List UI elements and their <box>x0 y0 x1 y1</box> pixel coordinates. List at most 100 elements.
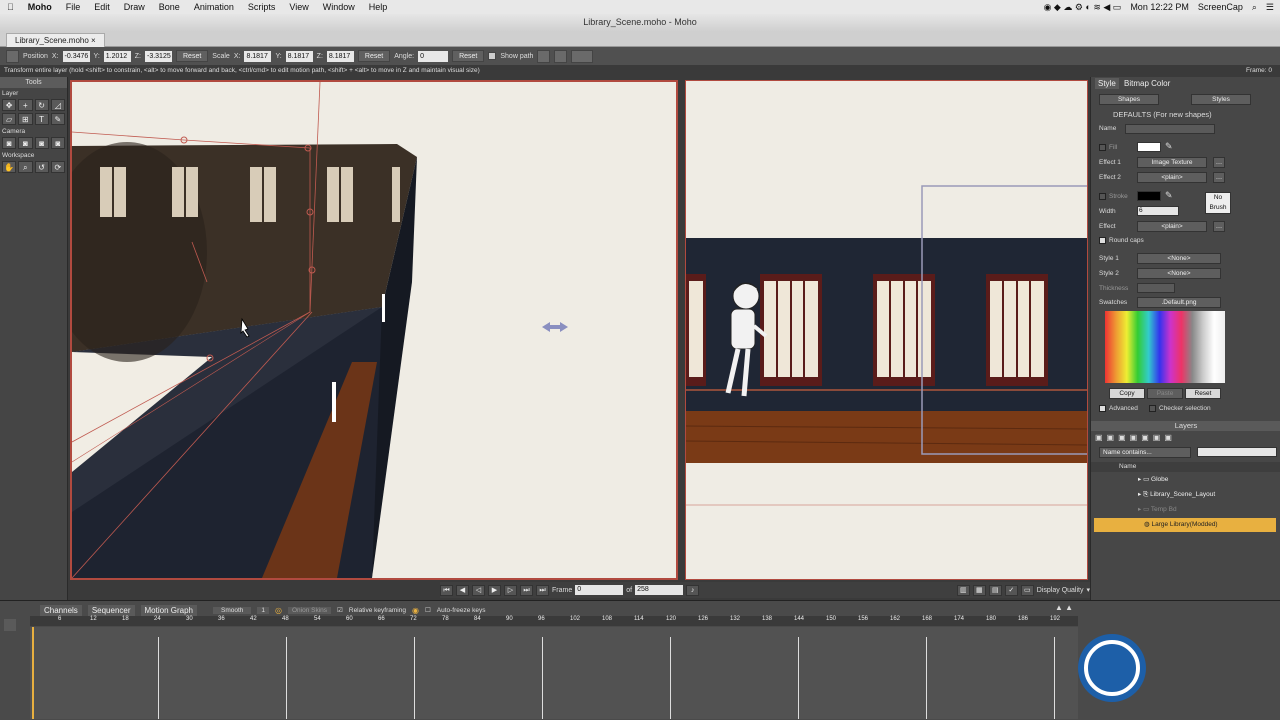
lock-icon[interactable]: ◉ <box>412 606 419 615</box>
keyframe-cycle-dropdown[interactable]: 1 <box>257 606 270 614</box>
timeline-link-icon[interactable] <box>4 619 16 631</box>
rotate-workspace-icon[interactable]: ↺ <box>34 161 49 173</box>
styles-dropdown[interactable]: Styles <box>1191 94 1251 105</box>
audio-icon[interactable]: ♪ <box>686 584 700 596</box>
frame-icon[interactable]: ▭ <box>1020 584 1034 596</box>
onion-skins-dropdown[interactable]: Onion Skins <box>288 606 332 614</box>
menu-draw[interactable]: Draw <box>117 2 152 12</box>
layer-filter-dropdown[interactable]: Name contains... <box>1099 447 1191 458</box>
effect-dropdown[interactable]: <plain> <box>1137 221 1207 232</box>
rewind-icon[interactable]: ⏮ <box>440 584 453 596</box>
copy-icon[interactable] <box>554 49 568 63</box>
zoom-camera-icon[interactable]: ◙ <box>18 137 33 149</box>
search-icon[interactable]: ⌕ <box>1252 2 1257 13</box>
menu-app[interactable]: Moho <box>21 2 59 12</box>
transform-layer-icon[interactable] <box>6 49 19 63</box>
no-brush-button[interactable]: No Brush <box>1205 192 1231 214</box>
fill-checkbox[interactable] <box>1099 144 1106 151</box>
roll-camera-icon[interactable]: ◙ <box>34 137 49 149</box>
show-path-checkbox[interactable] <box>488 52 497 60</box>
stroke-color-swatch[interactable] <box>1137 191 1161 201</box>
reset-scale-button[interactable]: Reset <box>357 50 391 62</box>
view-grid-icon[interactable]: ▤ <box>988 584 1002 596</box>
shear-tool-icon[interactable]: ◿ <box>50 99 65 111</box>
tab-style[interactable]: Style <box>1095 78 1119 89</box>
style2-dropdown[interactable]: <None> <box>1137 268 1221 279</box>
advanced-checkbox[interactable] <box>1099 405 1106 412</box>
position-x-field[interactable]: -0.3476 <box>62 50 90 62</box>
align-icon[interactable] <box>571 49 594 63</box>
view-split-icon[interactable]: ▥ <box>956 584 970 596</box>
view-quad-icon[interactable]: ▦ <box>972 584 986 596</box>
thickness-field[interactable] <box>1137 283 1175 293</box>
timeline-track[interactable] <box>30 627 1078 719</box>
position-z-field[interactable]: -3.3125 <box>145 50 172 62</box>
flip-icon[interactable] <box>537 49 551 63</box>
playhead[interactable] <box>32 627 34 719</box>
hand-tool-icon[interactable]: ✋ <box>2 161 17 173</box>
step-forward-icon[interactable]: ▷ <box>504 584 517 596</box>
menu-help[interactable]: Help <box>362 2 395 12</box>
document-tab[interactable]: Library_Scene.moho × <box>6 33 105 47</box>
effect2-more-button[interactable]: … <box>1213 172 1225 183</box>
play-reverse-icon[interactable]: ◁ <box>472 584 485 596</box>
menu-edit[interactable]: Edit <box>87 2 117 12</box>
style1-dropdown[interactable]: <None> <box>1137 253 1221 264</box>
tab-channels[interactable]: Channels <box>40 604 82 616</box>
reset-position-button[interactable]: Reset <box>176 50 209 62</box>
effect1-dropdown[interactable]: Image Texture <box>1137 157 1207 168</box>
play-icon[interactable]: ▶ <box>488 584 501 596</box>
swatch-palette[interactable] <box>1105 311 1225 383</box>
checker-selection-checkbox[interactable] <box>1149 405 1156 412</box>
menu-file[interactable]: File <box>59 2 88 12</box>
right-viewport[interactable] <box>685 80 1088 580</box>
menu-list-icon[interactable]: ☰ <box>1266 2 1274 13</box>
layer-row-temp-bd[interactable]: ▸ ▭ Temp Bd <box>1094 503 1276 517</box>
effect2-dropdown[interactable]: <plain> <box>1137 172 1207 183</box>
total-frames-field[interactable]: 258 <box>635 585 684 595</box>
interpolation-dropdown[interactable]: Smooth <box>212 606 252 614</box>
scale-z-field[interactable]: 8.1817 <box>326 50 354 62</box>
menu-bone[interactable]: Bone <box>152 2 187 12</box>
step-back-icon[interactable]: ◀ <box>456 584 469 596</box>
layer-row-scene-layout[interactable]: ▸ ⎘ Library_Scene_Layout <box>1094 488 1276 502</box>
zoom-tool-icon[interactable]: ⌕ <box>18 161 33 173</box>
fill-color-swatch[interactable] <box>1137 142 1161 152</box>
stroke-pencil-icon[interactable]: ✎ <box>1165 190 1173 201</box>
next-key-icon[interactable]: ⏭ <box>520 584 533 596</box>
auto-freeze-checkbox[interactable]: ☐ <box>425 606 431 614</box>
clock[interactable]: Mon 12:22 PM <box>1130 2 1189 12</box>
end-icon[interactable]: ⏭ <box>536 584 549 596</box>
effect1-more-button[interactable]: … <box>1213 157 1225 168</box>
left-viewport[interactable] <box>70 80 678 580</box>
menu-view[interactable]: View <box>282 2 315 12</box>
apple-menu-icon[interactable]:  <box>0 2 21 12</box>
copy-button[interactable]: Copy <box>1109 388 1145 399</box>
angle-field[interactable]: 0 <box>418 50 449 62</box>
timeline-collapse-icons[interactable]: ▲ ▲ <box>1055 603 1073 612</box>
transform-layer-tool-icon[interactable]: ✥ <box>2 99 17 111</box>
menu-window[interactable]: Window <box>316 2 362 12</box>
tab-bitmap-color[interactable]: Bitmap Color <box>1121 78 1174 89</box>
swatches-dropdown[interactable]: .Default.png <box>1137 297 1221 308</box>
stroke-checkbox[interactable] <box>1099 193 1106 200</box>
set-origin-tool-icon[interactable]: + <box>18 99 33 111</box>
layer-toolbar-icons[interactable]: ▣▣▣▣▣▣▣ <box>1095 433 1195 443</box>
onion-skin-icon[interactable]: ◎ <box>275 606 282 615</box>
effect-more-button[interactable]: … <box>1213 221 1225 232</box>
layer-row-globe[interactable]: ▸ ▭ Globe <box>1094 473 1276 487</box>
frame-field[interactable]: 0 <box>575 585 624 595</box>
display-quality-arrow-icon[interactable]: ▾ <box>1086 586 1090 594</box>
menu-animation[interactable]: Animation <box>187 2 241 12</box>
round-caps-checkbox[interactable] <box>1099 237 1106 244</box>
eyedropper-tool-icon[interactable]: ✎ <box>50 113 65 125</box>
relative-keyframing-checkbox[interactable]: ☑ <box>337 606 343 614</box>
reset-angle-button[interactable]: Reset <box>452 50 485 62</box>
text-tool-icon[interactable]: T <box>34 113 49 125</box>
user-name[interactable]: ScreenCap <box>1198 2 1243 12</box>
layer-row-large-library[interactable]: ◍ Large Library(Modded) <box>1094 518 1276 532</box>
scale-x-field[interactable]: 8.1817 <box>244 50 272 62</box>
rotate-layer-tool-icon[interactable]: ↻ <box>34 99 49 111</box>
shapes-dropdown[interactable]: Shapes <box>1099 94 1159 105</box>
menu-scripts[interactable]: Scripts <box>241 2 283 12</box>
